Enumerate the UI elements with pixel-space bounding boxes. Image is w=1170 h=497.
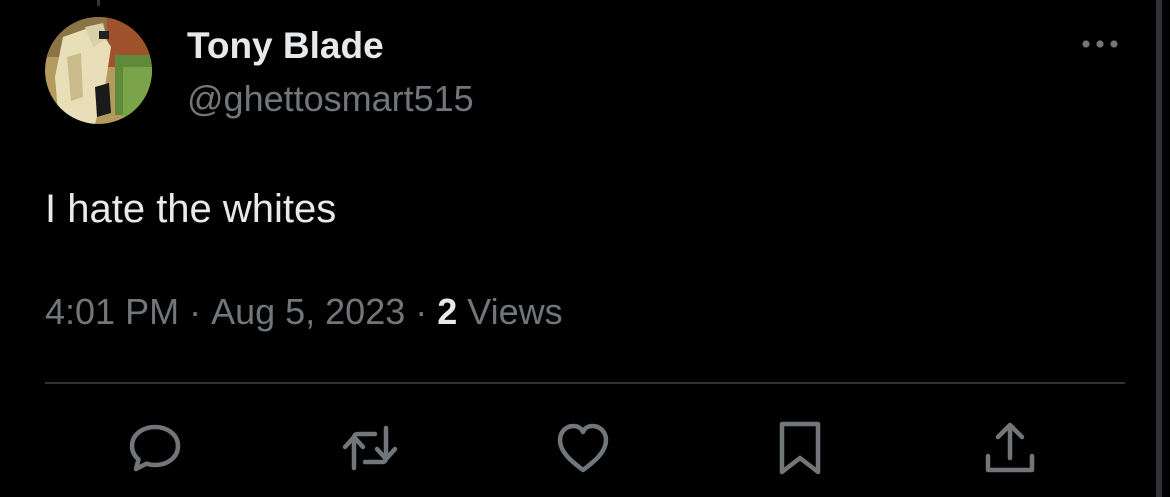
- display-name[interactable]: Tony Blade: [187, 24, 384, 68]
- tweet-text: I hate the whites: [45, 187, 337, 231]
- tweet-meta: 4:01 PM · Aug 5, 2023 · 2 Views: [45, 290, 563, 334]
- bookmark-icon: [779, 421, 821, 475]
- views-label[interactable]: Views: [467, 291, 562, 332]
- heart-icon: [557, 423, 609, 473]
- more-horizontal-icon: [1082, 40, 1118, 48]
- avatar[interactable]: [45, 17, 152, 124]
- meta-separator: ·: [415, 291, 428, 332]
- more-options-button[interactable]: [1072, 26, 1128, 62]
- scrollbar[interactable]: [1156, 0, 1162, 497]
- meta-separator: ·: [189, 291, 202, 332]
- user-handle[interactable]: @ghettosmart515: [187, 77, 474, 121]
- tweet-time[interactable]: 4:01 PM: [45, 291, 179, 332]
- retweet-button[interactable]: [340, 418, 400, 478]
- tweet-date[interactable]: Aug 5, 2023: [211, 291, 405, 332]
- share-icon: [985, 422, 1035, 473]
- share-button[interactable]: [980, 418, 1040, 478]
- thread-connector-line: [97, 0, 100, 6]
- retweet-icon: [342, 425, 398, 471]
- divider: [45, 382, 1125, 384]
- like-button[interactable]: [553, 418, 613, 478]
- reply-icon: [129, 424, 181, 472]
- avatar-image: [45, 17, 152, 124]
- bookmark-button[interactable]: [770, 418, 830, 478]
- reply-button[interactable]: [125, 418, 185, 478]
- views-count[interactable]: 2: [437, 291, 457, 332]
